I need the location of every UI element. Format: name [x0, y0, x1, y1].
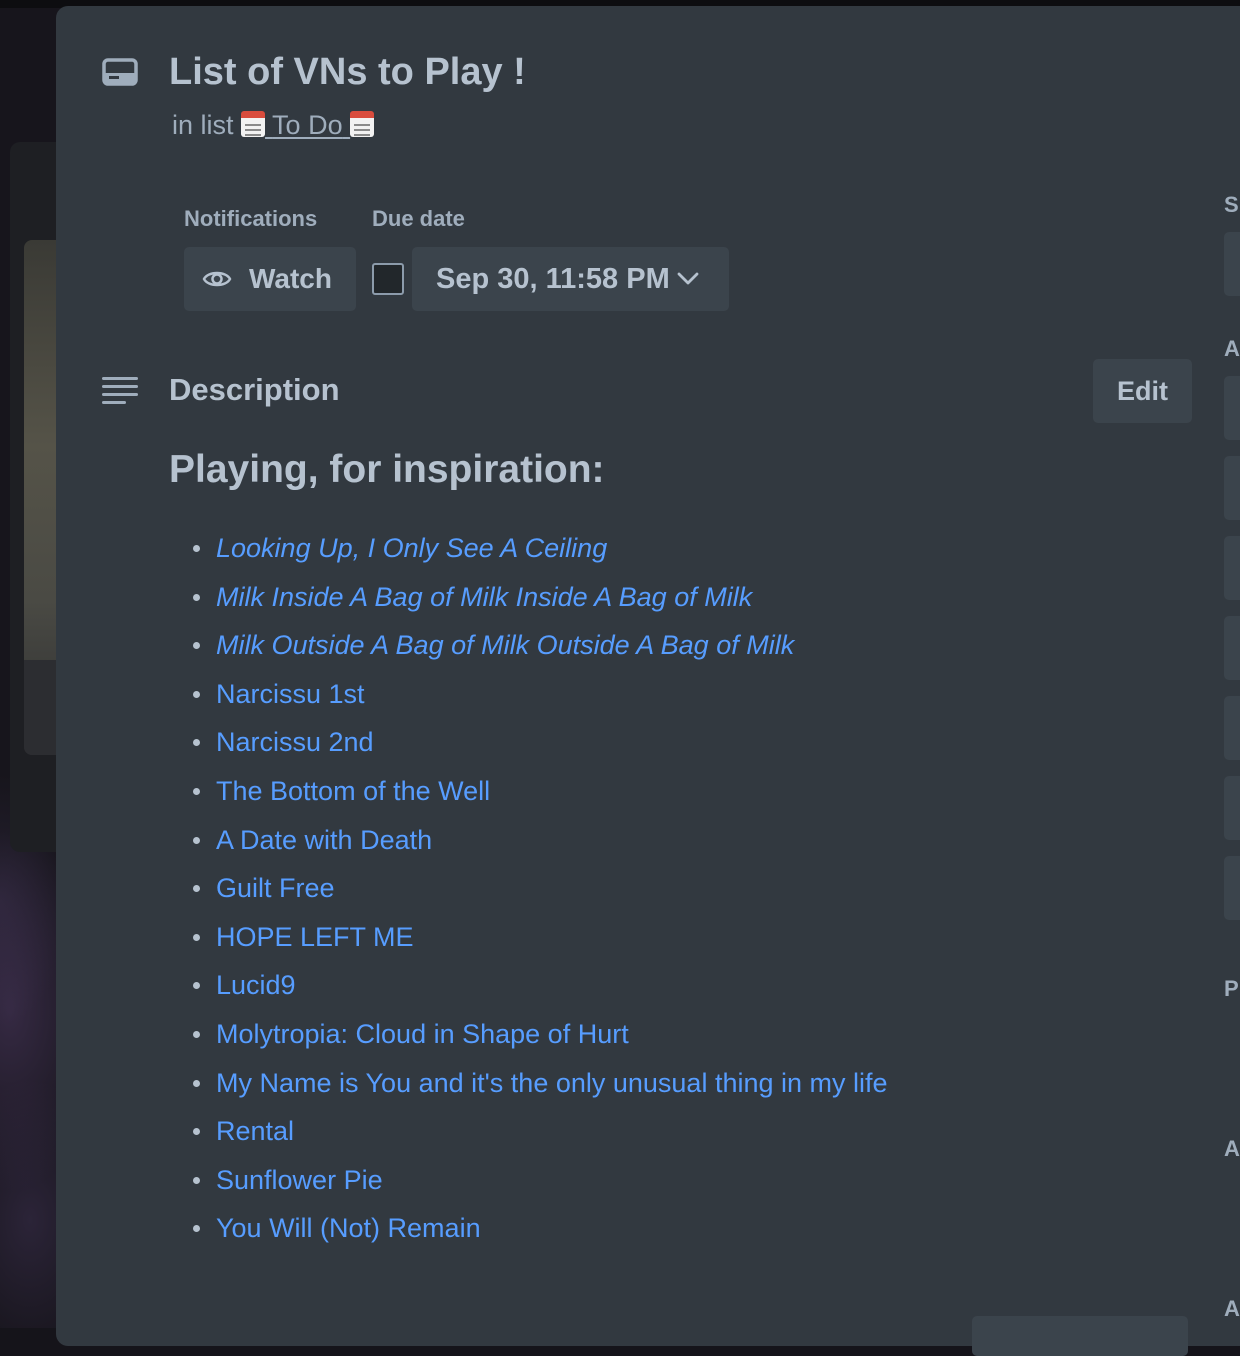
vn-list-item[interactable]: A Date with Death [169, 822, 888, 871]
sidebar-section-label: S [1224, 192, 1239, 217]
bullet-icon [193, 642, 200, 650]
due-date-dropdown[interactable]: Sep 30, 11:58 PM [412, 247, 729, 311]
vn-list-item[interactable]: Narcissu 1st [169, 676, 888, 725]
calendar-emoji-icon [350, 111, 375, 137]
bullet-icon [193, 1030, 200, 1038]
eye-icon [202, 271, 232, 287]
vn-list-item[interactable]: Guilt Free [169, 870, 888, 919]
in-list-breadcrumb: in list To Do [172, 109, 375, 141]
edit-description-button[interactable]: Edit [1093, 359, 1192, 423]
sidebar-button[interactable] [1224, 232, 1240, 296]
vn-link[interactable]: HOPE LEFT ME [216, 922, 414, 952]
vn-list-item[interactable]: HOPE LEFT ME [169, 919, 888, 968]
bullet-icon [193, 1225, 200, 1233]
bullet-icon [193, 1079, 200, 1087]
sidebar-section-label: A [1224, 336, 1240, 361]
chevron-down-icon [677, 272, 699, 285]
watch-button[interactable]: Watch [184, 247, 356, 311]
vn-link[interactable]: Rental [216, 1116, 294, 1146]
card-title[interactable]: List of VNs to Play ! [169, 50, 526, 94]
bullet-icon [193, 690, 200, 698]
bullet-icon [193, 545, 200, 552]
watch-label: Watch [249, 263, 332, 294]
vn-link[interactable]: Molytropia: Cloud in Shape of Hurt [216, 1019, 629, 1049]
vn-list-item[interactable]: Looking Up, I Only See A Ceiling [169, 530, 888, 579]
bullet-icon [193, 836, 200, 844]
list-name: To Do [272, 110, 343, 140]
description-lines-icon [102, 377, 138, 404]
sidebar-button[interactable] [1224, 856, 1240, 920]
vn-link[interactable]: Sunflower Pie [216, 1165, 383, 1195]
vn-link[interactable]: The Bottom of the Well [216, 776, 490, 806]
vn-list-item[interactable]: The Bottom of the Well [169, 773, 888, 822]
sidebar-button[interactable] [1224, 776, 1240, 840]
vn-link[interactable]: You Will (Not) Remain [216, 1213, 481, 1243]
due-date-checkbox[interactable] [372, 263, 404, 295]
vn-link[interactable]: Narcissu 1st [216, 679, 365, 709]
sidebar-section-label: P [1224, 976, 1239, 1001]
vn-list-item[interactable]: Milk Outside A Bag of Milk Outside A Bag… [169, 627, 888, 676]
due-date-label: Due date [372, 206, 465, 231]
vn-link[interactable]: Looking Up, I Only See A Ceiling [216, 533, 607, 563]
notifications-label: Notifications [184, 206, 318, 231]
in-list-prefix: in list [172, 110, 234, 140]
sidebar-button[interactable] [1224, 696, 1240, 760]
sidebar-button[interactable] [1224, 456, 1240, 520]
vn-link[interactable]: Guilt Free [216, 873, 335, 903]
bullet-icon [193, 1128, 200, 1136]
vn-link[interactable]: A Date with Death [216, 825, 432, 855]
sidebar-section-label: A [1224, 1296, 1240, 1321]
bullet-icon [193, 787, 200, 795]
list-link[interactable]: To Do [241, 110, 375, 140]
vn-link[interactable]: Milk Outside A Bag of Milk Outside A Bag… [216, 630, 794, 660]
vn-link[interactable]: Lucid9 [216, 970, 296, 1000]
vn-list-item[interactable]: Molytropia: Cloud in Shape of Hurt [169, 1016, 888, 1065]
vn-list-item[interactable]: Narcissu 2nd [169, 724, 888, 773]
vn-list-item[interactable]: You Will (Not) Remain [169, 1210, 888, 1259]
sidebar-button[interactable] [1224, 616, 1240, 680]
due-date-value: Sep 30, 11:58 PM [436, 263, 670, 295]
vn-link[interactable]: Milk Inside A Bag of Milk Inside A Bag o… [216, 582, 752, 612]
bullet-icon [193, 982, 200, 990]
vn-list-item[interactable]: Milk Inside A Bag of Milk Inside A Bag o… [169, 579, 888, 628]
bullet-icon [193, 933, 200, 941]
sidebar-button[interactable] [1224, 376, 1240, 440]
vn-list-item[interactable]: My Name is You and it's the only unusual… [169, 1065, 888, 1114]
calendar-emoji-icon [241, 111, 266, 137]
description-action-button[interactable] [972, 1316, 1188, 1356]
bullet-icon [193, 885, 200, 893]
bullet-icon [193, 739, 200, 747]
vn-list-item[interactable]: Lucid9 [169, 967, 888, 1016]
vn-link[interactable]: Narcissu 2nd [216, 727, 374, 757]
vn-list-item[interactable]: Rental [169, 1113, 888, 1162]
bullet-icon [193, 1176, 200, 1184]
vn-list: Looking Up, I Only See A Ceiling Milk Ins… [169, 530, 888, 1259]
card-icon [102, 58, 138, 86]
card-detail-modal: List of VNs to Play ! in list To Do Noti… [56, 6, 1240, 1356]
sidebar-section-label: A [1224, 1136, 1240, 1161]
description-title: Description [169, 372, 340, 407]
bullet-icon [193, 593, 200, 601]
vn-link[interactable]: My Name is You and it's the only unusual… [216, 1068, 888, 1098]
sidebar-button[interactable] [1224, 536, 1240, 600]
description-heading: Playing, for inspiration: [169, 448, 605, 491]
vn-list-item[interactable]: Sunflower Pie [169, 1162, 888, 1211]
